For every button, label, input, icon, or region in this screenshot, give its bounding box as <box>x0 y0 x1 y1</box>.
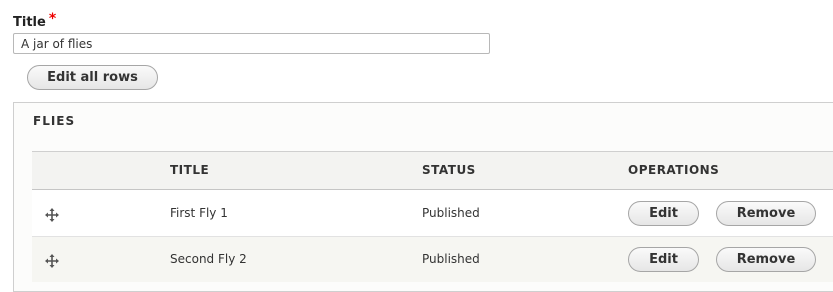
row-status: Published <box>422 206 480 220</box>
column-header-operations: OPERATIONS <box>628 163 720 177</box>
title-label: Title * <box>13 11 57 30</box>
remove-button[interactable]: Remove <box>716 247 816 272</box>
move-arrows-icon[interactable] <box>45 207 59 222</box>
title-label-text: Title <box>13 15 46 30</box>
row-title: Second Fly 2 <box>170 252 247 266</box>
column-header-status: STATUS <box>422 163 476 177</box>
row-title: First Fly 1 <box>170 206 228 220</box>
edit-button[interactable]: Edit <box>628 247 699 272</box>
edit-all-rows-button[interactable]: Edit all rows <box>27 65 158 90</box>
fieldset-legend: FLIES <box>33 114 76 128</box>
required-marker: * <box>48 11 57 27</box>
move-arrows-icon[interactable] <box>45 253 59 268</box>
title-input[interactable] <box>13 33 490 54</box>
column-header-title: TITLE <box>170 163 210 177</box>
row-status: Published <box>422 252 480 266</box>
remove-button[interactable]: Remove <box>716 201 816 226</box>
edit-button[interactable]: Edit <box>628 201 699 226</box>
